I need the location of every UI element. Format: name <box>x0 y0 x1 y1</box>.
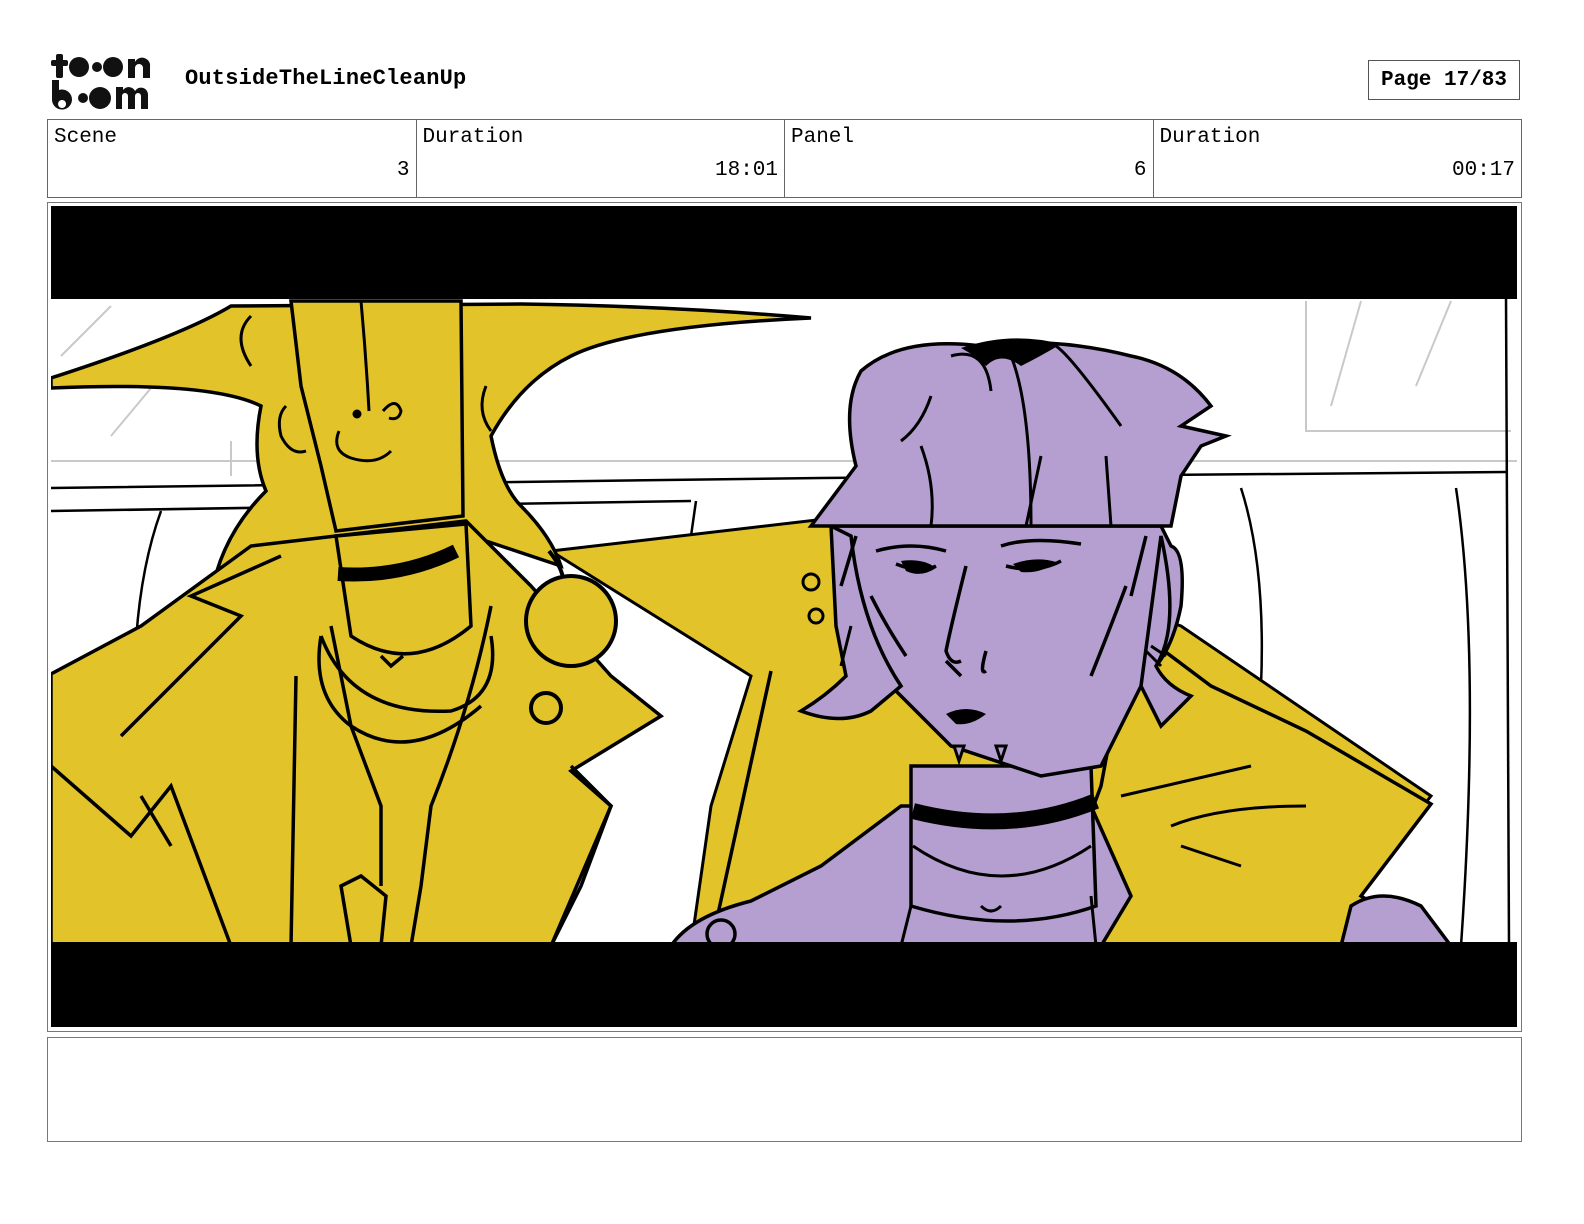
panel-artwork[interactable] <box>51 206 1517 1027</box>
right-character-hair <box>807 340 1232 528</box>
scene-info-table: Scene 3 Duration 18:01 Panel 6 Duration … <box>47 119 1522 198</box>
caption-box[interactable] <box>47 1037 1522 1142</box>
left-character-neck <box>333 522 473 656</box>
panel-duration-cell: Duration 00:17 <box>1154 120 1522 197</box>
left-character-button <box>529 691 563 725</box>
left-character-earring <box>524 574 618 668</box>
panel-label: Panel <box>791 126 855 149</box>
toon-boom-logo <box>50 50 165 112</box>
scene-duration-label: Duration <box>422 126 524 149</box>
scene-duration-value: 18:01 <box>714 159 778 182</box>
right-character-neck <box>909 764 1098 923</box>
scene-duration-cell: Duration 18:01 <box>417 120 785 197</box>
scene-value: 3 <box>396 159 410 182</box>
letterbox-top <box>51 206 1517 299</box>
storyboard-drawing <box>51 206 1517 1027</box>
panel-duration-label: Duration <box>1159 126 1261 149</box>
toon-boom-logo-mark <box>51 54 151 110</box>
panel-value: 6 <box>1133 159 1147 182</box>
project-title: OutsideTheLineCleanUp <box>185 66 467 91</box>
letterbox-bottom <box>51 942 1517 1027</box>
page-indicator: Page 17/83 <box>1368 60 1520 100</box>
scene-cell: Scene 3 <box>48 120 417 197</box>
scene-label: Scene <box>54 126 118 149</box>
panel-cell: Panel 6 <box>785 120 1154 197</box>
panel-duration-value: 00:17 <box>1451 159 1515 182</box>
